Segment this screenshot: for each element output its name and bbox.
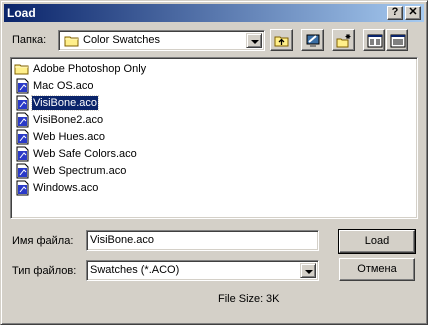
details-view-icon <box>390 34 406 48</box>
swatch-file-icon <box>16 78 29 94</box>
file-type-value: Swatches (*.ACO) <box>90 264 180 276</box>
list-item-label: Adobe Photoshop Only <box>33 63 147 75</box>
list-item-label: Web Spectrum.aco <box>33 165 127 177</box>
list-item-label: VisiBone2.aco <box>33 114 104 126</box>
list-view-button[interactable] <box>363 29 385 51</box>
load-button[interactable]: Load <box>338 229 416 254</box>
look-in-label: Папка: <box>12 34 47 46</box>
file-size-label: File Size: <box>218 293 264 305</box>
folder-icon <box>14 64 29 75</box>
swatch-file-icon <box>16 163 29 179</box>
close-button[interactable]: ✕ <box>405 6 421 20</box>
cancel-button[interactable]: Отмена <box>339 258 415 281</box>
swatch-file-icon <box>16 129 29 145</box>
list-item-label: Mac OS.aco <box>33 80 94 92</box>
load-dialog: Load ? ✕ Папка: Color Swatches Adobe Pho… <box>0 0 428 325</box>
list-item-label: Windows.aco <box>33 182 99 194</box>
swatch-file-icon <box>16 112 29 128</box>
up-folder-button[interactable] <box>270 29 293 51</box>
swatch-file-icon <box>16 180 29 196</box>
list-item-label: Web Safe Colors.aco <box>33 148 137 160</box>
title-bar[interactable]: Load ? ✕ <box>4 4 424 22</box>
details-view-button[interactable] <box>386 29 408 51</box>
close-icon: ✕ <box>408 6 418 18</box>
list-view-icon <box>367 34 383 48</box>
swatch-file-icon <box>16 146 29 162</box>
file-name-label: Имя файла: <box>12 235 74 247</box>
look-in-dropdown[interactable]: Color Swatches <box>58 30 265 51</box>
up-folder-icon <box>274 36 289 47</box>
file-type-label: Тип файлов: <box>12 265 77 277</box>
folder-icon <box>64 36 79 47</box>
look-in-value: Color Swatches <box>83 34 161 46</box>
help-icon: ? <box>391 6 399 18</box>
file-type-dropdown[interactable]: Swatches (*.ACO) <box>86 260 319 281</box>
swatch-file-icon <box>16 95 29 111</box>
file-size-value: 3K <box>266 293 280 305</box>
new-folder-icon <box>336 34 351 48</box>
file-name-field[interactable]: VisiBone.aco <box>86 230 319 251</box>
help-button[interactable]: ? <box>387 6 403 20</box>
file-list[interactable]: Adobe Photoshop Only Mac OS.aco VisiBone… <box>10 57 418 219</box>
dialog-title: Load <box>7 6 36 20</box>
list-item-label: Web Hues.aco <box>33 131 105 143</box>
list-item-label: VisiBone.aco <box>30 95 100 111</box>
desktop-icon <box>306 34 320 47</box>
new-folder-button[interactable] <box>332 29 355 51</box>
desktop-button[interactable] <box>301 29 324 51</box>
chevron-down-icon[interactable] <box>246 33 262 48</box>
chevron-down-icon[interactable] <box>300 263 316 278</box>
